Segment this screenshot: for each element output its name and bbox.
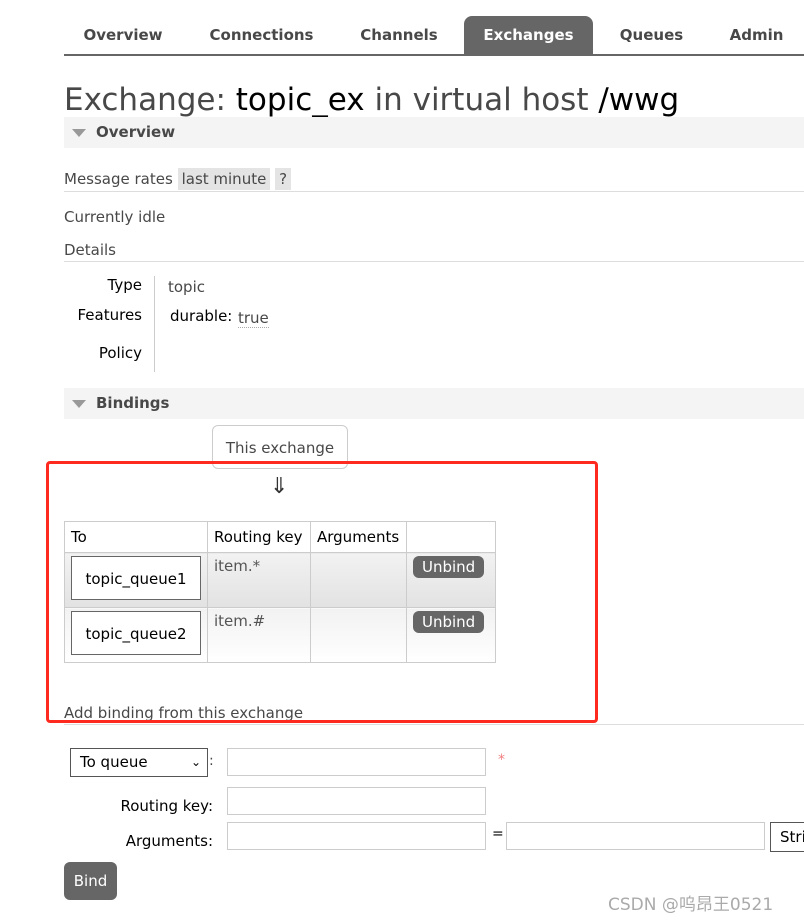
watermark: CSDN @呜昂王0521: [608, 895, 774, 915]
tab-admin[interactable]: Admin: [714, 16, 799, 54]
arguments-label: Arguments:: [125, 832, 213, 850]
section-title: Overview: [96, 123, 176, 141]
destination-type-select[interactable]: To queue ⌄: [70, 748, 208, 777]
tab-queues[interactable]: Queues: [604, 16, 699, 54]
bindings-section-header[interactable]: Bindings: [64, 388, 804, 419]
annotation-highlight-box: [46, 461, 598, 723]
message-rates: Message rates last minute ?: [64, 168, 292, 190]
divider: [64, 261, 804, 262]
policy-label: Policy: [98, 344, 142, 362]
durable-label: durable:: [170, 307, 233, 325]
details-heading: Details: [64, 241, 117, 259]
routing-key-label: Routing key:: [120, 797, 214, 815]
rates-period-toggle[interactable]: last minute: [177, 168, 271, 190]
collapse-triangle-icon: [72, 129, 86, 137]
collapse-triangle-icon: [72, 400, 86, 408]
type-value: topic: [168, 278, 205, 296]
page-title: Exchange: topic_ex in virtual host /wwg: [64, 82, 680, 118]
chevron-down-icon: ⌄: [190, 755, 201, 769]
required-marker: *: [498, 752, 505, 768]
features-label: Features: [77, 306, 143, 324]
tab-overview[interactable]: Overview: [64, 16, 182, 54]
argument-value-input[interactable]: [506, 822, 765, 850]
divider: [64, 724, 804, 725]
section-title: Bindings: [96, 394, 170, 412]
details-divider: [154, 276, 155, 372]
type-label: Type: [107, 276, 142, 294]
argument-key-input[interactable]: [227, 822, 486, 850]
routing-key-input[interactable]: [227, 787, 486, 815]
bind-button[interactable]: Bind: [64, 862, 117, 900]
tab-exchanges[interactable]: Exchanges: [464, 16, 593, 54]
tab-connections[interactable]: Connections: [194, 16, 329, 54]
main-nav: Overview Connections Channels Exchanges …: [64, 16, 804, 56]
argument-type-select[interactable]: String: [770, 822, 804, 852]
equals-sign: =: [492, 826, 504, 842]
tab-channels[interactable]: Channels: [344, 16, 454, 54]
help-button[interactable]: ?: [275, 168, 292, 190]
divider: [64, 191, 804, 192]
colon: :: [209, 753, 214, 769]
idle-status: Currently idle: [64, 208, 166, 226]
destination-input[interactable]: [227, 748, 486, 776]
overview-section-header[interactable]: Overview: [64, 117, 804, 148]
durable-value: true: [238, 309, 269, 328]
rates-label: Message rates: [64, 170, 173, 188]
